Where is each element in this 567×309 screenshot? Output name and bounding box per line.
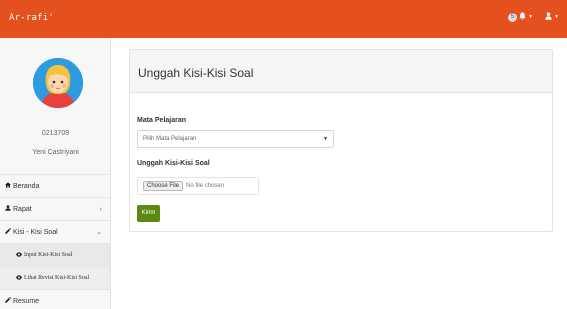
caret-down-icon: ▼ (554, 14, 559, 20)
upload-label: Unggah Kisi-Kisi Soal (137, 160, 210, 167)
file-status: No file chosen (186, 183, 225, 189)
submit-button[interactable]: Kirim (137, 205, 160, 222)
subject-select-value: Pilih Mata Pelajaran (143, 136, 197, 142)
user-profile: 0213709 Yeni Castriyani (0, 38, 110, 175)
home-icon (5, 182, 11, 190)
sidebar-item-label: Beranda (13, 182, 40, 190)
eye-icon (16, 251, 22, 259)
topbar-actions: 5 ▼ ▼ (508, 12, 559, 22)
file-input[interactable]: Choose File No file chosen (137, 177, 259, 195)
edit-icon (5, 228, 11, 236)
sidebar-item-kisi-kisi-soal[interactable]: Kisi - Kisi Soal ⌄ (0, 221, 110, 244)
upload-panel: Unggah Kisi-Kisi Soal Mata Pelajaran Pil… (129, 49, 553, 232)
user-icon (5, 205, 11, 213)
sidebar: 0213709 Yeni Castriyani Beranda Rapat ‹ … (0, 38, 111, 309)
chevron-down-icon: ⌄ (96, 229, 102, 236)
panel-header: Unggah Kisi-Kisi Soal (130, 50, 552, 93)
notification-badge: 5 (508, 12, 518, 22)
user-menu[interactable]: ▼ (545, 12, 559, 22)
sidebar-subitem-label: Input Kisi-Kisi Soal (24, 252, 73, 258)
subject-select[interactable]: Pilih Mata Pelajaran ▼ (137, 130, 334, 148)
user-id: 0213709 (41, 130, 70, 137)
sidebar-item-beranda[interactable]: Beranda (0, 175, 110, 198)
sidebar-item-label: Rapat (13, 205, 32, 213)
caret-down-icon: ▼ (323, 136, 328, 142)
sidebar-item-label: Kisi - Kisi Soal (13, 228, 58, 236)
choose-file-button[interactable]: Choose File (143, 181, 184, 191)
sidebar-subitem-label: Lihat Revisi Kisi-Kisi Soal (24, 275, 90, 281)
sidebar-item-label: Resume (13, 297, 40, 305)
brand-logo-text[interactable]: Ar-rafi' (9, 13, 54, 23)
page-title: Unggah Kisi-Kisi Soal (138, 66, 254, 80)
avatar (33, 58, 83, 108)
sidebar-subitem-lihat-revisi[interactable]: Lihat Revisi Kisi-Kisi Soal (0, 267, 110, 290)
top-navbar: Ar-rafi' 5 ▼ ▼ (0, 0, 567, 38)
sidebar-item-resume[interactable]: Resume (0, 290, 110, 309)
user-name: Yeni Castriyani (32, 149, 79, 156)
edit-icon (5, 297, 11, 305)
notifications-menu[interactable]: 5 ▼ (508, 12, 533, 22)
user-icon (545, 12, 552, 22)
bell-icon (519, 12, 526, 22)
chevron-left-icon: ‹ (99, 205, 102, 213)
sidebar-item-rapat[interactable]: Rapat ‹ (0, 198, 110, 221)
eye-icon (16, 274, 22, 282)
sidebar-subitem-input-kisi-kisi[interactable]: Input Kisi-Kisi Soal (0, 244, 110, 267)
subject-label: Mata Pelajaran (137, 117, 187, 124)
caret-down-icon: ▼ (528, 14, 534, 20)
